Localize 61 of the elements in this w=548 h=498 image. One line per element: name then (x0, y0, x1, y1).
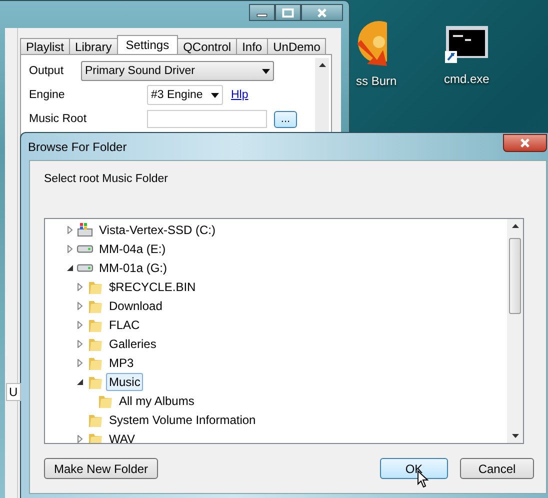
tree-item[interactable]: System Volume Information (106, 410, 259, 428)
drive-icon (77, 244, 93, 252)
tab[interactable]: Settings (116, 35, 178, 54)
scrollbar[interactable] (507, 219, 523, 443)
close-icon (316, 8, 328, 18)
collapse-arrow-icon[interactable] (66, 264, 74, 272)
expand-arrow-icon[interactable] (66, 226, 74, 234)
prompt-text: Select root Music Folder (44, 173, 168, 185)
close-button[interactable] (503, 134, 547, 152)
dropdown-arrow-icon (211, 92, 219, 98)
tree-item[interactable]: MM-04a (E:) (96, 240, 169, 258)
tree-item[interactable]: FLAC (106, 316, 143, 334)
expand-arrow-icon[interactable] (66, 244, 74, 252)
close-button[interactable] (301, 4, 343, 21)
tree-item[interactable]: Vista-Vertex-SSD (C:) (96, 220, 218, 238)
tab[interactable]: Info (236, 38, 268, 54)
help-link[interactable]: Hlp (231, 89, 248, 101)
minimize-button[interactable] (249, 4, 275, 21)
console-icon[interactable] (444, 25, 489, 63)
tab[interactable]: Playlist (20, 38, 70, 54)
tab[interactable]: UnDemo (267, 38, 326, 54)
tab[interactable]: Library (69, 38, 118, 54)
expand-arrow-icon[interactable] (76, 358, 84, 366)
window-title: Browse For Folder (28, 140, 127, 154)
field-label: Music Root (29, 113, 88, 125)
scroll-down-icon[interactable] (512, 434, 518, 438)
ok-button[interactable]: OK (380, 458, 448, 479)
tree-item[interactable]: Galleries (106, 334, 160, 352)
music-root-field[interactable] (147, 110, 267, 128)
scroll-up-icon[interactable] (318, 63, 326, 67)
expand-arrow-icon[interactable] (76, 340, 84, 348)
dialog-button[interactable]: Cancel (460, 458, 534, 479)
tree-item[interactable]: MM-01a (G:) (96, 258, 170, 276)
browse-button[interactable]: ... (274, 110, 297, 128)
expand-arrow-icon[interactable] (76, 302, 84, 310)
desktop-icon-label[interactable]: ss Burn (356, 74, 397, 88)
output-dropdown[interactable]: Primary Sound Driver (81, 61, 274, 81)
tree-item[interactable]: MP3 (106, 354, 137, 372)
tree-item[interactable]: $RECYCLE.BIN (106, 278, 199, 296)
maximize-button[interactable] (275, 4, 301, 21)
collapse-arrow-icon[interactable] (76, 378, 84, 386)
engine-dropdown[interactable]: #3 Engine (147, 85, 223, 105)
desktop-icon-label[interactable]: cmd.exe (444, 72, 490, 86)
expand-arrow-icon[interactable] (76, 282, 84, 290)
tree-item[interactable]: WAV (106, 430, 138, 443)
close-icon (519, 138, 531, 148)
expand-arrow-icon[interactable] (76, 434, 84, 442)
drive-icon (77, 264, 93, 272)
field-label: Engine (29, 89, 66, 101)
dialog-button[interactable]: Make New Folder (44, 458, 158, 479)
expand-arrow-icon[interactable] (76, 320, 84, 328)
side-label: U (6, 383, 21, 401)
tab[interactable]: QControl (177, 38, 238, 54)
dropdown-arrow-icon (262, 68, 270, 74)
tree-item[interactable]: Music (106, 372, 144, 390)
scroll-up-icon[interactable] (512, 224, 518, 228)
tree-item[interactable]: Download (106, 296, 166, 314)
tree-item[interactable]: All my Albums (116, 392, 198, 410)
system-drive-icon (77, 222, 93, 238)
maximize-icon (282, 8, 294, 18)
field-label: Output (29, 65, 65, 77)
